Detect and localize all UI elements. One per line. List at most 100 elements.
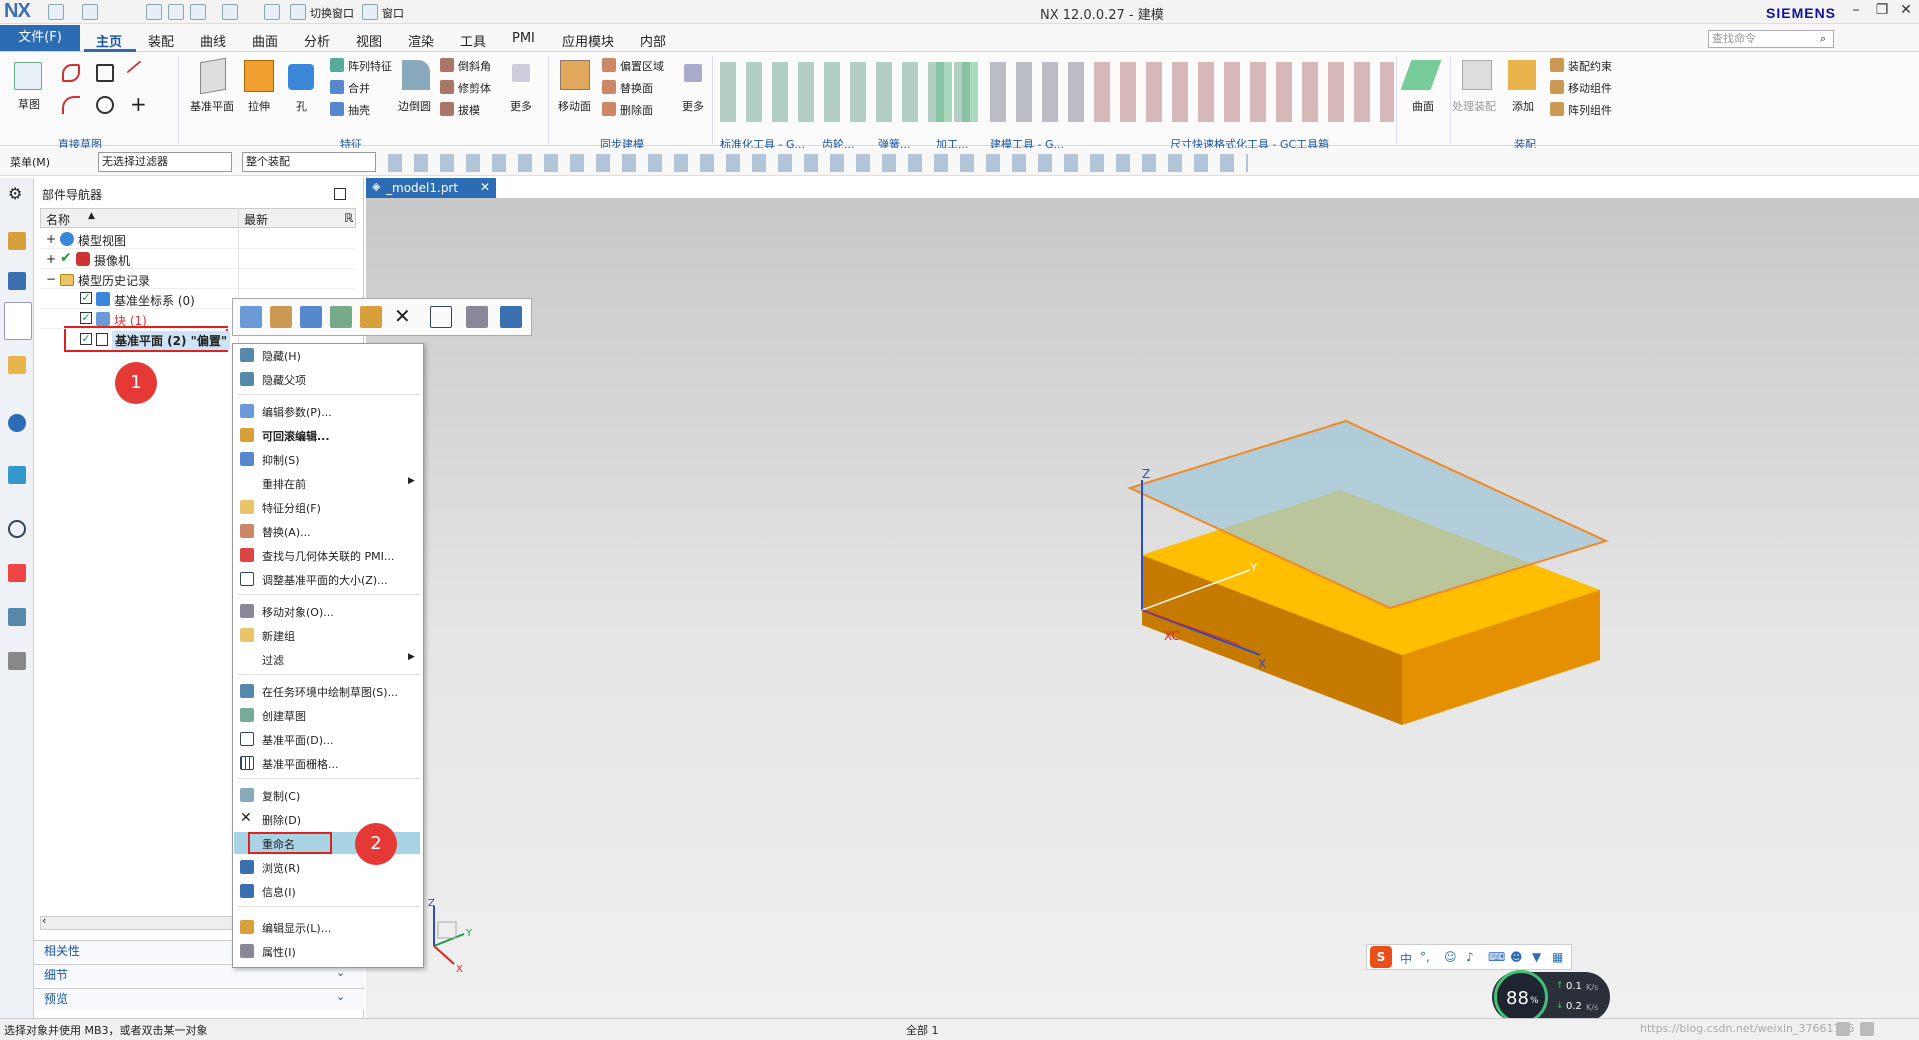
move-face-label[interactable]: 移动面 <box>558 98 591 114</box>
point-icon[interactable]: + <box>130 92 147 116</box>
datum-plane-icon[interactable] <box>200 57 226 95</box>
extrude-icon[interactable] <box>244 60 274 92</box>
tab-home[interactable]: 主页 <box>96 31 122 50</box>
menu-item-edit-display[interactable]: 编辑显示(L)... <box>262 920 331 936</box>
close-icon[interactable]: ✕ <box>1896 2 1916 22</box>
menu-item-hide[interactable]: 隐藏(H) <box>262 348 301 364</box>
menu-item-feature-group[interactable]: 特征分组(F) <box>262 500 321 516</box>
resize-datum-icon[interactable] <box>430 306 452 328</box>
copy-icon[interactable] <box>168 4 184 20</box>
assembly-constraint-label[interactable]: 装配约束 <box>1568 58 1612 74</box>
paste-icon[interactable] <box>190 4 206 20</box>
tab-assembly[interactable]: 装配 <box>148 31 174 50</box>
ime-language-toggle[interactable]: 中 <box>1400 950 1412 967</box>
menu-item-replace[interactable]: 替换(A)... <box>262 524 311 540</box>
chamfer-label[interactable]: 倒斜角 <box>458 58 491 74</box>
menu-item-sketch-in-task[interactable]: 在任务环境中绘制草图(S)... <box>262 684 398 700</box>
tab-view[interactable]: 视图 <box>356 31 382 50</box>
chamfer-icon[interactable] <box>440 58 454 72</box>
roles-icon[interactable] <box>8 652 26 670</box>
save-icon[interactable] <box>48 4 64 20</box>
minimize-icon[interactable]: – <box>1846 2 1866 22</box>
system-materials-icon[interactable] <box>8 564 26 582</box>
tree-item-datum-csys[interactable]: 基准坐标系 (0) <box>114 292 195 309</box>
switch-window-icon[interactable] <box>290 4 306 20</box>
toolbox-icon[interactable]: ▦ <box>1552 950 1563 964</box>
status-icon[interactable] <box>1860 1022 1874 1036</box>
unite-icon[interactable] <box>330 80 344 94</box>
draft-icon[interactable] <box>440 102 454 116</box>
emoji-icon[interactable]: ☺ <box>1444 950 1457 964</box>
hole-icon[interactable] <box>288 64 314 90</box>
unite-label[interactable]: 合并 <box>348 80 370 96</box>
preview-panel[interactable]: 预览 <box>34 988 364 1010</box>
chevron-down-icon[interactable]: ⌄ <box>336 990 345 1003</box>
modeling-tools-icons[interactable] <box>990 62 1090 122</box>
tab-tools[interactable]: 工具 <box>460 31 486 50</box>
rectangle-icon[interactable] <box>96 64 114 82</box>
sync-more-icon[interactable] <box>684 64 702 82</box>
user-icon[interactable]: ☻ <box>1510 950 1523 964</box>
process-studio-icon[interactable] <box>8 608 26 626</box>
maximize-panel-icon[interactable] <box>334 188 346 200</box>
menu-item-hide-parents[interactable]: 隐藏父项 <box>262 372 306 388</box>
assembly-navigator-icon[interactable] <box>8 232 26 250</box>
expand-icon[interactable]: + <box>46 252 56 266</box>
sketch-button-label[interactable]: 草图 <box>18 96 40 112</box>
menu-item-rename[interactable]: 重命名 <box>262 836 295 852</box>
menu-item-reorder-before[interactable]: 重排在前 <box>262 476 306 492</box>
move-component-icon[interactable] <box>1550 80 1564 94</box>
column-name-header[interactable]: 名称 <box>46 211 70 228</box>
datum-plane-button-label[interactable]: 基准平面 <box>190 98 234 114</box>
more-icon[interactable] <box>512 64 530 82</box>
edit-parameters-icon[interactable] <box>240 306 262 328</box>
menu-item-properties[interactable]: 属性(I) <box>262 944 296 960</box>
tab-pmi[interactable]: PMI <box>512 31 535 46</box>
add-component-label[interactable]: 添加 <box>1512 98 1534 114</box>
checkbox-block[interactable]: ✓ <box>80 312 92 324</box>
checkbox-datum-plane[interactable]: ✓ <box>80 333 92 345</box>
switch-window-button[interactable]: 切换窗口 <box>310 5 354 21</box>
trim-body-icon[interactable] <box>440 80 454 94</box>
edit-sketch-icon[interactable] <box>270 306 292 328</box>
status-icon[interactable] <box>1836 1022 1850 1036</box>
menu-item-browse[interactable]: 浏览(R) <box>262 860 300 876</box>
part-navigator-tab-icon[interactable] <box>4 302 32 340</box>
cut-icon[interactable] <box>146 4 162 20</box>
pattern-feature-icon[interactable] <box>330 58 344 72</box>
undo-icon[interactable] <box>82 4 98 20</box>
replace-face-label[interactable]: 替换面 <box>620 80 653 96</box>
menu-item-new-group[interactable]: 新建组 <box>262 628 295 644</box>
menu-item-datum-plane-grid[interactable]: 基准平面栅格... <box>262 756 339 772</box>
skin-icon[interactable]: ▼ <box>1532 950 1541 964</box>
tab-render[interactable]: 渲染 <box>408 31 434 50</box>
suppress-icon[interactable] <box>300 306 322 328</box>
menu-item-create-sketch[interactable]: 创建草图 <box>262 708 306 724</box>
menu-item-move-object[interactable]: 移动对象(O)... <box>262 604 334 620</box>
pattern-component-label[interactable]: 阵列组件 <box>1568 102 1612 118</box>
sketch-icon[interactable] <box>14 62 42 90</box>
tab-application[interactable]: 应用模块 <box>562 31 614 50</box>
snap-toolbar-icons[interactable] <box>388 154 1248 172</box>
arc-icon[interactable] <box>62 96 80 114</box>
column-extra-header[interactable]: ℝ <box>344 211 354 225</box>
hide-icon[interactable] <box>330 306 352 328</box>
ime-punct-toggle[interactable]: °, <box>1420 950 1430 964</box>
rollback-edit-icon[interactable] <box>360 306 382 328</box>
menu-item-filter[interactable]: 过滤 <box>262 652 284 668</box>
menu-item-delete[interactable]: 删除(D) <box>262 812 301 828</box>
add-component-icon[interactable] <box>1508 60 1536 90</box>
tab-internal[interactable]: 内部 <box>640 31 666 50</box>
checkbox-datum-csys[interactable]: ✓ <box>80 292 92 304</box>
search-icon[interactable]: ⌕ <box>1820 32 1826 46</box>
standard-tools-icons[interactable] <box>720 62 970 122</box>
tree-item-model-history[interactable]: 模型历史记录 <box>78 272 150 289</box>
menu-item-edit-parameters[interactable]: 编辑参数(P)... <box>262 404 332 420</box>
pattern-component-icon[interactable] <box>1550 102 1564 116</box>
viewport-tab[interactable]: _model1.prt <box>366 178 496 198</box>
tab-curve[interactable]: 曲线 <box>200 31 226 50</box>
tab-surface[interactable]: 曲面 <box>252 31 278 50</box>
window-menu-button[interactable]: 窗口 <box>382 5 404 21</box>
shell-icon[interactable] <box>330 102 344 116</box>
offset-region-icon[interactable] <box>602 58 616 72</box>
